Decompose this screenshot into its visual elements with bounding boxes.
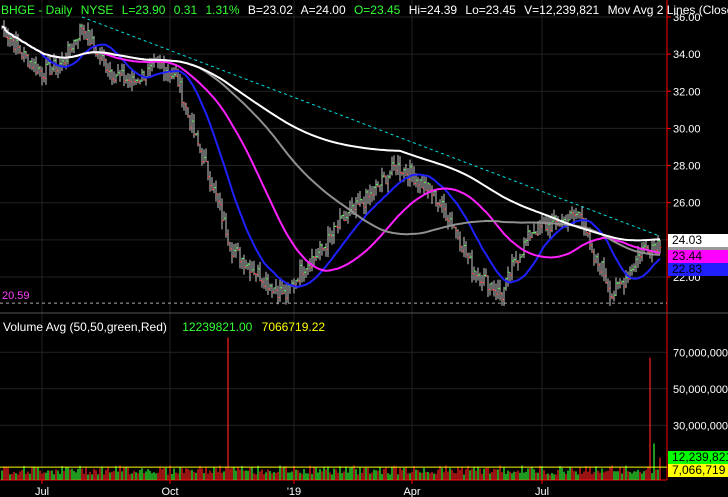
price-tick-label: 32.00	[673, 86, 701, 98]
open: O=23.45	[353, 3, 401, 17]
volume-value: 12239821.00	[182, 320, 253, 334]
volume: V=12,239,821	[524, 3, 600, 17]
chart-area: 36.0034.0032.0030.0028.0026.0024.0022.00…	[0, 0, 728, 497]
volume-tick-label: 30,000,000	[673, 420, 728, 432]
trendline	[81, 16, 661, 237]
last-price: L=23.90	[121, 3, 166, 17]
price-tick-label: 30.00	[673, 123, 701, 135]
x-tick-label: Apr	[403, 486, 420, 497]
chart-svg: 36.0034.0032.0030.0028.0026.0024.0022.00…	[0, 0, 728, 497]
x-tick-label: Jul	[35, 486, 49, 497]
change: 0.31	[173, 3, 198, 17]
volume-avg-tag: 7,066,719	[668, 464, 728, 477]
x-tick-label: '19	[287, 486, 301, 497]
high: Hi=24.39	[408, 3, 458, 17]
ma20-line	[1, 25, 661, 289]
price-tick-label: 34.00	[673, 49, 701, 61]
low: Lo=23.45	[465, 3, 516, 17]
symbol: BHGE - Daily	[1, 3, 73, 17]
volume-study-label[interactable]: Volume Avg (50,50,green,Red)	[3, 320, 167, 334]
bid: B=23.02	[247, 3, 293, 17]
ma50-line	[1, 25, 661, 272]
ma20-tag: 22.83	[668, 263, 728, 276]
ask: A=24.00	[300, 3, 346, 17]
exchange: NYSE	[80, 3, 114, 17]
price-tick-label: 28.00	[673, 161, 701, 173]
study-label[interactable]: Mov Avg 2 Lines (Close,20 ...	[608, 3, 728, 17]
quote-header: BHGE - Daily NYSE L=23.90 0.31 1.31% B=2…	[1, 3, 728, 17]
x-tick-label: Jul	[535, 486, 549, 497]
price-tick-label: 26.00	[673, 198, 701, 210]
support-label: 20.59	[2, 290, 30, 302]
last-price-tag: 24.03	[668, 234, 728, 247]
volume-avg-value: 7066719.22	[261, 320, 326, 334]
change-pct: 1.31%	[205, 3, 240, 17]
x-tick-label: Oct	[161, 486, 178, 497]
volume-tick-label: 50,000,000	[673, 384, 728, 396]
volume-tick-label: 70,000,000	[673, 347, 728, 359]
volume-header: Volume Avg (50,50,green,Red) 12239821.00…	[3, 320, 325, 334]
